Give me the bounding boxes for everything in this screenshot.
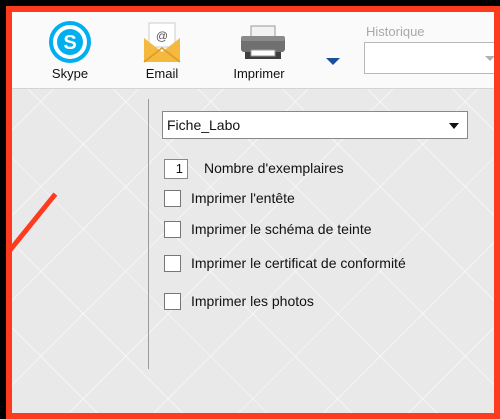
dropdown-arrow-icon[interactable]	[326, 58, 340, 65]
chevron-down-icon	[449, 123, 459, 129]
printer-icon	[237, 20, 285, 64]
divider	[148, 99, 149, 369]
svg-text:S: S	[63, 32, 76, 54]
option-label: Imprimer le certificat de conformité	[191, 255, 406, 271]
checkbox[interactable]	[164, 221, 181, 238]
model-select[interactable]: Fiche_Labo	[162, 111, 468, 139]
checkbox[interactable]	[164, 190, 181, 207]
skype-label: Skype	[51, 66, 89, 81]
email-button[interactable]: @ Email	[134, 20, 190, 81]
option-label: Imprimer l'entête	[191, 190, 295, 206]
option-label: Imprimer les photos	[191, 293, 314, 309]
checkbox[interactable]	[164, 255, 181, 272]
copies-input[interactable]: 1	[164, 159, 188, 179]
print-label: Imprimer	[233, 66, 285, 81]
skype-button[interactable]: S Skype	[42, 20, 98, 81]
checkbox[interactable]	[164, 293, 181, 310]
email-icon: @	[140, 20, 184, 64]
copies-label: Nombre d'exemplaires	[204, 160, 344, 176]
skype-icon: S	[48, 20, 92, 64]
email-label: Email	[145, 66, 179, 81]
email-icon-symbol: @	[156, 29, 168, 43]
option-label: Imprimer le schéma de teinte	[191, 221, 372, 237]
model-select-value: Fiche_Labo	[167, 117, 241, 133]
annotation-line	[12, 192, 58, 265]
history-select[interactable]	[364, 42, 494, 74]
chevron-down-icon	[485, 56, 494, 61]
history-label: Historique	[366, 24, 425, 39]
toolbar: S Skype @ Email Imprimer Historique	[12, 12, 494, 89]
print-options-panel: Fiche_Labo 1 Nombre d'exemplaires Imprim…	[12, 89, 494, 413]
print-button[interactable]: Imprimer	[222, 20, 296, 81]
window-frame: S Skype @ Email Imprimer Historique Fich…	[6, 6, 500, 419]
